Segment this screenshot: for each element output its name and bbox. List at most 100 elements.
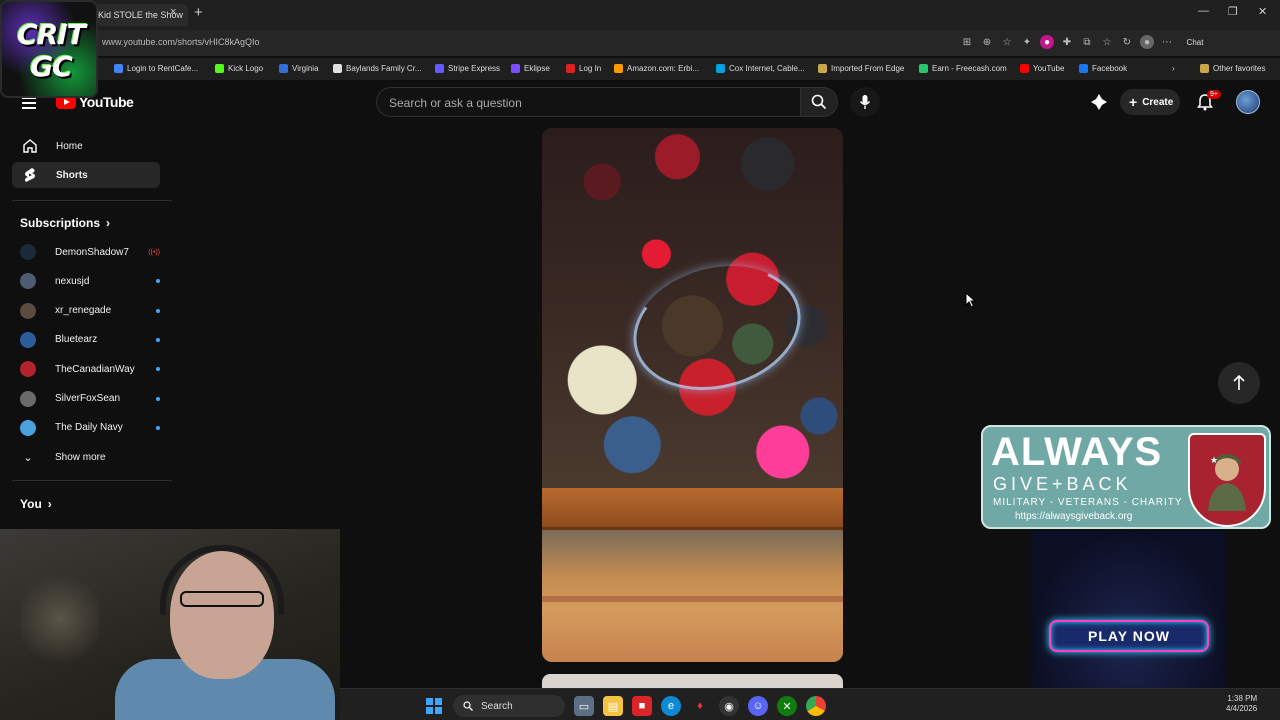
url-field[interactable]: www.youtube.com/shorts/vHIC8kAgQIo (102, 37, 260, 47)
extensions-puzzle-icon[interactable]: ✚ (1060, 35, 1074, 49)
subscriptions-heading[interactable]: Subscriptions › (20, 216, 110, 230)
logo-text-top: CRIT (17, 18, 86, 51)
sidebar-item-home[interactable]: Home (12, 133, 160, 159)
bookmark-item[interactable]: Login to RentCafe... (114, 64, 198, 73)
next-short-preview[interactable] (542, 674, 843, 688)
subscription-item[interactable]: The Daily Navy (20, 417, 160, 439)
taskbar-clock[interactable]: 1:38 PM 4/4/2026 (1226, 694, 1257, 714)
channel-logo-overlay: CRIT GC (0, 0, 98, 98)
bookmark-label: Imported From Edge (831, 64, 905, 73)
voice-search-button[interactable] (850, 87, 880, 117)
profile-icon[interactable]: ● (1140, 35, 1154, 49)
you-heading[interactable]: You › (20, 497, 52, 511)
virginia-icon (279, 64, 288, 73)
minimize-icon[interactable]: — (1198, 5, 1209, 17)
bookmark-item[interactable]: Stripe Express (435, 64, 500, 73)
bookmark-item[interactable]: Facebook (1079, 64, 1127, 73)
new-content-dot (156, 396, 160, 401)
edge-icon[interactable]: e (661, 696, 681, 716)
sidebar-item-label: Home (56, 140, 83, 152)
close-window-icon[interactable]: ✕ (1258, 5, 1267, 18)
maps-pin-icon[interactable]: ♦ (690, 696, 710, 716)
svg-text:★: ★ (1210, 455, 1218, 465)
video-court-line (542, 596, 843, 602)
menu-icon[interactable] (22, 97, 36, 112)
bookmark-item[interactable]: Earn - Freecash.com (919, 64, 1007, 73)
bookmark-item[interactable]: Eklipse (511, 64, 550, 73)
xbox-icon[interactable]: ✕ (777, 696, 797, 716)
game-ad-panel: PLAY NOW (1032, 531, 1226, 689)
home-icon (23, 139, 37, 153)
channel-name: Bluetearz (55, 334, 98, 346)
split-screen-icon[interactable]: ⧉ (1080, 35, 1094, 49)
taskbar-search[interactable]: Search (453, 695, 565, 717)
sidebar-divider (12, 480, 172, 481)
subscription-item[interactable]: DemonShadow7 ((•)) (20, 241, 160, 263)
soldier-shield-icon: ★ (1188, 433, 1266, 527)
play-now-button[interactable]: PLAY NOW (1049, 620, 1209, 652)
channel-name: SilverFoxSean (55, 393, 121, 404)
bookmark-item[interactable]: Baylands Family Cr... (333, 64, 422, 73)
effects-icon[interactable] (1090, 93, 1108, 111)
bookmark-item[interactable]: Amazon.com: Erbi... (614, 64, 699, 73)
history-icon[interactable]: ↻ (1120, 35, 1134, 49)
stripe-icon (435, 64, 444, 73)
chrome-icon[interactable] (806, 696, 826, 716)
channel-name: DemonShadow7 (55, 246, 129, 258)
clock-date: 4/4/2026 (1226, 704, 1258, 713)
zoom-icon[interactable]: ⊕ (980, 35, 994, 49)
bookmark-item[interactable]: Kick Logo (215, 64, 263, 73)
subscription-item[interactable]: nexusjd (20, 270, 160, 292)
bookmark-label: Facebook (1092, 64, 1128, 73)
bookmark-item[interactable]: Cox Internet, Cable... (716, 64, 805, 73)
bookmark-item[interactable]: Imported From Edge (818, 64, 904, 73)
bookmark-item[interactable]: YouTube (1020, 64, 1064, 73)
favorites-icon[interactable]: ☆ (1100, 35, 1114, 49)
extension-pink-icon[interactable]: ● (1040, 35, 1054, 49)
more-menu-icon[interactable]: ⋯ (1160, 35, 1174, 49)
channel-avatar (20, 419, 36, 436)
sidebar-item-shorts[interactable]: Shorts (12, 162, 160, 188)
show-more-button[interactable]: ⌄ Show more (20, 446, 160, 468)
bookmark-label: Virginia (292, 64, 319, 73)
webcam-feed (0, 529, 340, 720)
favorite-star-icon[interactable]: ☆ (1000, 35, 1014, 49)
shorts-video-player[interactable] (542, 128, 843, 662)
freecash-icon (919, 64, 928, 73)
bookmark-item[interactable]: Log In (566, 64, 601, 73)
copilot-icon[interactable]: Chat (1180, 35, 1210, 49)
channel-avatar (20, 302, 36, 319)
obs-icon[interactable]: ◉ (719, 696, 739, 716)
extension-icon[interactable]: ✦ (1020, 35, 1034, 49)
channel-avatar (20, 361, 36, 378)
discord-icon[interactable]: ☺ (748, 696, 768, 716)
webcam-lamp (20, 569, 100, 669)
bookmarks-overflow-icon[interactable]: › (1172, 64, 1175, 73)
subscription-item[interactable]: SilverFoxSean (20, 388, 160, 410)
file-explorer-icon[interactable]: ▤ (603, 696, 623, 716)
restore-icon[interactable]: ❐ (1228, 5, 1238, 18)
arrow-up-icon (1233, 375, 1245, 390)
account-avatar[interactable] (1236, 90, 1260, 114)
facebook-icon (1079, 64, 1088, 73)
create-button[interactable]: + Create (1120, 89, 1180, 115)
new-tab-button[interactable]: + (194, 4, 203, 21)
tab-close-icon[interactable]: × (170, 6, 176, 18)
subscription-item[interactable]: Bluetearz (20, 329, 160, 351)
other-favorites-folder[interactable]: Other favorites (1200, 64, 1265, 73)
task-view-icon[interactable]: ▭ (574, 696, 594, 716)
search-input[interactable]: Search or ask a question (376, 87, 800, 117)
previous-short-button[interactable] (1218, 362, 1260, 404)
create-label: Create (1142, 96, 1174, 108)
app-view-icon[interactable]: ⊞ (960, 35, 974, 49)
subscription-item[interactable]: TheCanadianWay (20, 358, 160, 380)
red-app-icon[interactable]: ■ (632, 696, 652, 716)
channel-avatar (20, 273, 36, 290)
windows-start-icon[interactable] (424, 696, 444, 716)
bookmark-label: Kick Logo (228, 64, 264, 73)
other-favorites-label: Other favorites (1213, 64, 1266, 73)
bookmark-item[interactable]: Virginia (279, 64, 319, 73)
search-button[interactable] (800, 87, 838, 117)
sidebar: Home Shorts Subscriptions › DemonShadow7… (0, 124, 172, 544)
subscription-item[interactable]: xr_renegade (20, 300, 160, 322)
